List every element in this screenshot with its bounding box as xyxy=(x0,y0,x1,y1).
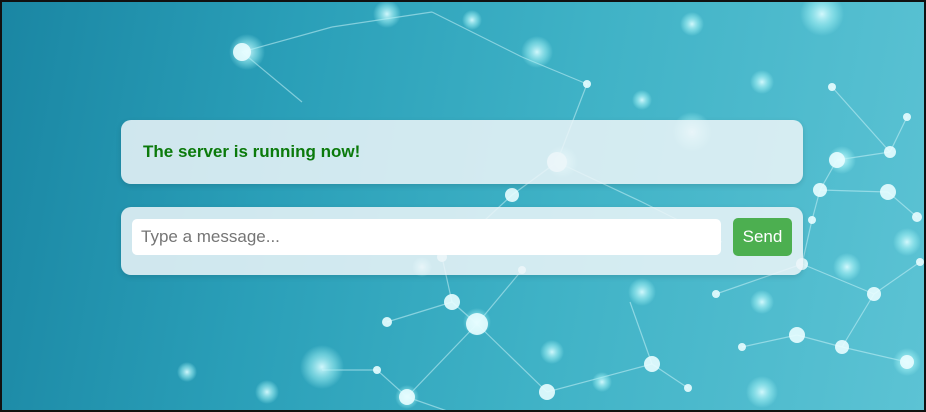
message-input[interactable] xyxy=(132,219,721,255)
app-window: The server is running now! Send xyxy=(0,0,926,412)
send-button[interactable]: Send xyxy=(733,218,792,256)
server-status-message: The server is running now! xyxy=(143,142,361,161)
status-panel: The server is running now! xyxy=(121,120,803,184)
message-composer: Send xyxy=(121,207,803,275)
